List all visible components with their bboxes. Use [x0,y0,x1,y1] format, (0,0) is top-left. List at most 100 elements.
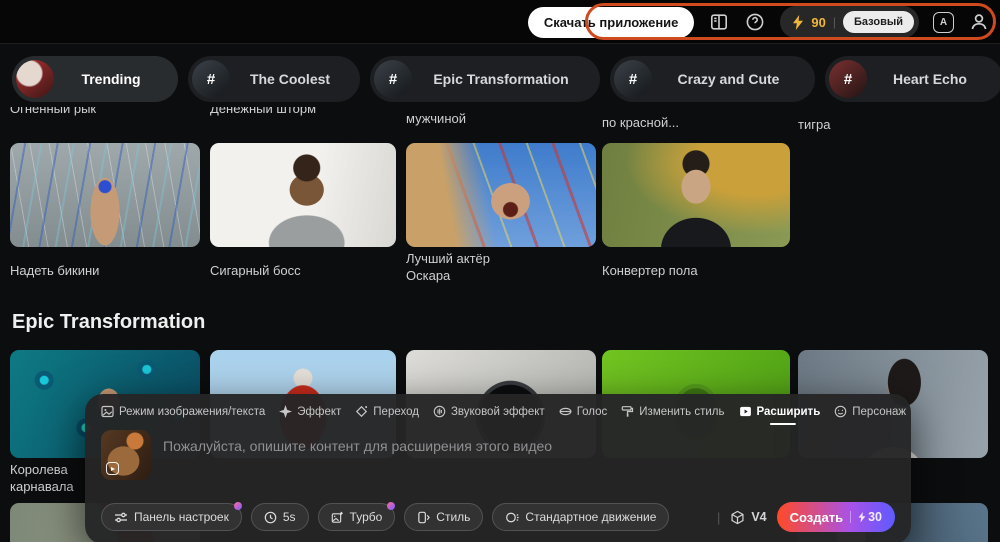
pill-label: Стандартное движение [525,510,656,524]
sliders-icon [114,511,128,524]
tab-the-coolest[interactable]: # The Coolest [188,56,360,102]
help-icon[interactable] [744,11,766,33]
pill-label: Турбо [350,510,383,524]
tab-crazy-and-cute[interactable]: # Crazy and Cute [610,56,815,102]
model-version-selector[interactable]: V4 [730,510,766,525]
style-button[interactable]: Стиль [404,503,483,531]
create-label: Создать [790,510,843,525]
tool-extend[interactable]: Расширить [739,405,821,418]
tab-trending[interactable]: Trending [12,56,178,102]
app-screen: Скачать приложение 90 | Базовый A [0,0,1000,542]
tool-label: Звуковой эффект [451,406,545,418]
tool-label: Персонаж [852,406,906,418]
tool-sound-effect[interactable]: Звуковой эффект [433,405,545,418]
section-title: Epic Transformation [12,311,205,334]
sparkle-icon [279,405,292,418]
tool-change-style[interactable]: Изменить стиль [621,405,724,418]
video-thumbnail-cigar-boss[interactable] [210,143,396,247]
tool-transition[interactable]: Переход [355,405,419,418]
tool-image-text-mode[interactable]: Режим изображения/текста [101,405,265,418]
restyle-icon [621,405,634,418]
credits-separator: | [833,15,836,29]
active-tab-underline [770,423,796,425]
tab-label: The Coolest [230,71,360,87]
cost-lightning-icon [858,512,866,523]
image-mode-icon [101,405,114,418]
motion-mode-button[interactable]: Стандартное движение [492,503,669,531]
pill-label: Стиль [436,510,470,524]
video-thumbnail-gender-swap[interactable] [602,143,790,247]
attached-video-thumbnail[interactable] [101,430,151,480]
cost-value: 30 [868,510,882,524]
tab-label: Heart Echo [867,71,1000,87]
lightning-icon [792,15,804,30]
caption: мужчиной [406,110,466,127]
top-bar: Скачать приложение 90 | Базовый A [0,0,1000,44]
tab-label: Trending [54,71,178,87]
top-bar-actions: Скачать приложение 90 | Базовый A [528,0,990,44]
tab-heart-echo[interactable]: # Heart Echo [825,56,1000,102]
turbo-icon [331,511,344,524]
motion-icon [505,511,519,524]
feedback-icon[interactable]: A [933,12,954,33]
download-app-button[interactable]: Скачать приложение [528,7,695,38]
credits-value: 90 [811,15,825,30]
voice-icon [559,405,572,418]
tab-avatar-hash: # [192,60,230,98]
caption: Сигарный босс [210,262,301,279]
caption: Лучший актёр Оскара [406,250,516,284]
tool-label: Расширить [757,406,821,418]
tab-avatar-hash: # [614,60,652,98]
play-icon [106,462,119,475]
vertical-divider: | [717,510,720,525]
create-button[interactable]: Создать 30 [777,502,895,532]
prompt-row: Пожалуйста, опишите контент для расширен… [85,418,911,480]
duration-button[interactable]: 5s [251,503,309,531]
new-feature-dot [234,502,242,510]
cube-icon [730,510,745,525]
version-label: V4 [751,510,766,524]
video-thumbnail-oscar[interactable] [406,143,596,247]
clock-icon [264,511,277,524]
tool-label: Изменить стиль [639,406,724,418]
tab-avatar [16,60,54,98]
composer-controls-right: | V4 Создать 30 [717,502,895,532]
caption: Надеть бикини [10,262,99,279]
tool-label: Голос [577,406,608,418]
tool-character[interactable]: Персонаж [834,405,906,418]
book-icon[interactable] [708,11,730,33]
sound-effect-icon [433,405,446,418]
turbo-button[interactable]: Турбо [318,503,396,531]
tool-label: Режим изображения/текста [119,406,265,418]
tool-label: Эффект [297,406,341,418]
pill-label: 5s [283,510,296,524]
profile-icon[interactable] [968,11,990,33]
caption: тигра [798,116,830,133]
prompt-input[interactable]: Пожалуйста, опишите контент для расширен… [163,430,895,454]
create-cost: 30 [858,510,882,524]
tab-label: Epic Transformation [412,71,600,87]
extend-icon [739,405,752,418]
peek-caption-clip: Денежный шторм [210,107,390,118]
new-feature-dot [387,502,395,510]
category-tabs: Trending # The Coolest # Epic Transforma… [12,56,1000,102]
tab-epic-transformation[interactable]: # Epic Transformation [370,56,600,102]
create-divider [850,511,851,523]
peek-caption-clip: Огненный рык [10,107,190,118]
settings-panel-button[interactable]: Панель настроек [101,503,242,531]
composer-toolbar: Режим изображения/текста Эффект Переход … [85,394,911,418]
video-thumbnail-bikini[interactable] [10,143,200,247]
tool-effect[interactable]: Эффект [279,405,341,418]
credits-pill[interactable]: 90 | Базовый [780,6,919,38]
composer-controls: Панель настроек 5s Турбо Стил [85,502,911,532]
caption: Денежный шторм [210,107,390,117]
tab-label: Crazy and Cute [652,71,815,87]
character-icon [834,405,847,418]
caption: Огненный рык [10,107,190,117]
caption: по красной... [602,114,679,131]
tab-avatar-hash: # [374,60,412,98]
style-icon [417,511,430,524]
plan-badge[interactable]: Базовый [843,11,914,33]
tool-voice[interactable]: Голос [559,405,608,418]
tool-label: Переход [373,406,419,418]
